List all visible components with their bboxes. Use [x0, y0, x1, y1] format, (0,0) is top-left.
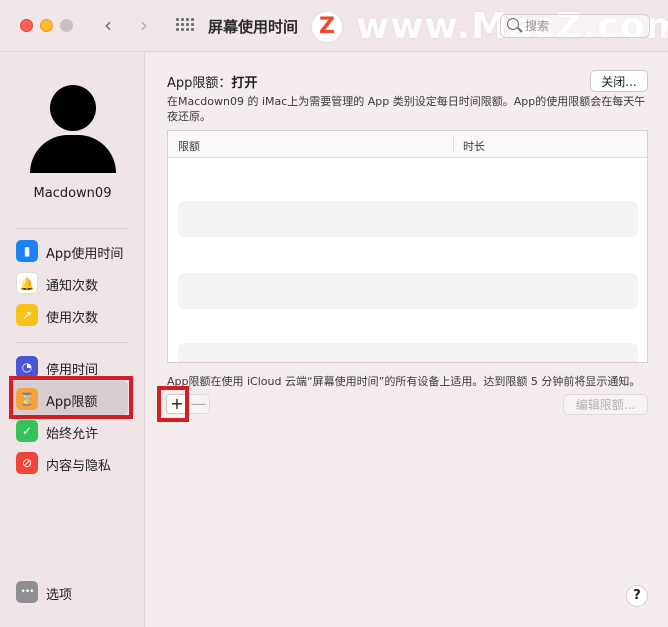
sidebar-item-label: App使用时间 — [46, 247, 124, 262]
sidebar-item-label: 通知次数 — [46, 279, 99, 294]
bar-chart-icon: ▮ — [16, 240, 38, 262]
highlight-box-sidebar — [9, 376, 133, 419]
sidebar-item-label: 选项 — [46, 588, 73, 603]
sidebar-item-app-usage[interactable]: ▮ App使用时间 — [16, 239, 136, 263]
window: ‹ › 屏幕使用时间 Z www.MacZ.com Macdown09 ▮ Ap… — [0, 0, 668, 627]
page-title: App限额：打开 — [167, 72, 257, 91]
description-text: 在Macdown09 的 iMac上为需要管理的 App 类别设定每日时间限额。… — [167, 95, 646, 123]
sidebar-item-notifications[interactable]: 🔔 通知次数 — [16, 271, 136, 295]
forward-button[interactable]: › — [132, 13, 156, 39]
sidebar-item-label: 内容与隐私 — [46, 459, 112, 474]
watermark-logo: Z — [310, 10, 344, 44]
sidebar-item-label: 使用次数 — [46, 311, 99, 326]
sidebar-item-always-allowed[interactable]: ✓ 始终允许 — [16, 419, 136, 443]
help-button[interactable]: ? — [626, 585, 648, 607]
prohibited-icon: ⊘ — [16, 452, 38, 474]
show-all-grid-icon[interactable] — [176, 18, 194, 34]
search-icon — [507, 18, 519, 30]
checkmark-icon: ✓ — [16, 420, 38, 442]
window-title: 屏幕使用时间 — [208, 18, 299, 36]
column-header-duration[interactable]: 时长 — [463, 138, 485, 154]
search-input[interactable] — [525, 17, 645, 35]
bell-icon: 🔔 — [16, 272, 38, 294]
title-prefix: App限额： — [167, 76, 232, 91]
user-name: Macdown09 — [33, 186, 112, 201]
sidebar-divider — [16, 228, 128, 229]
pickup-icon: ↗ — [16, 304, 38, 326]
title-bar: ‹ › 屏幕使用时间 Z www.MacZ.com — [0, 0, 668, 52]
status-text: 打开 — [231, 76, 258, 91]
zoom-window-button[interactable] — [60, 19, 73, 32]
edit-limits-button[interactable]: 编辑限额... — [563, 394, 648, 415]
column-header-limit[interactable]: 限额 — [178, 138, 200, 154]
limits-table[interactable]: 限额 时长 — [167, 130, 648, 363]
avatar — [30, 85, 116, 173]
sidebar-item-content-privacy[interactable]: ⊘ 内容与隐私 — [16, 451, 136, 475]
highlight-box-add — [157, 386, 189, 422]
table-row — [178, 201, 638, 237]
sidebar-item-options[interactable]: ••• 选项 — [16, 580, 136, 604]
remove-limit-button[interactable]: — — [188, 394, 210, 414]
search-field[interactable] — [500, 14, 650, 38]
back-button[interactable]: ‹ — [96, 13, 120, 39]
table-header: 限额 时长 — [168, 131, 647, 158]
downtime-icon: ◔ — [16, 356, 38, 378]
table-row — [178, 273, 638, 309]
minimize-window-button[interactable] — [40, 19, 53, 32]
sidebar-item-pickups[interactable]: ↗ 使用次数 — [16, 303, 136, 327]
sidebar-item-label: 始终允许 — [46, 427, 99, 442]
table-row — [178, 343, 638, 362]
close-window-button[interactable] — [20, 19, 33, 32]
footnote-text: App限额在使用 iCloud 云端“屏幕使用时间”的所有设备上适用。达到限额 … — [167, 375, 641, 388]
sidebar-divider — [16, 342, 128, 343]
turn-off-button[interactable]: 关闭... — [590, 70, 648, 92]
ellipsis-icon: ••• — [16, 581, 38, 603]
